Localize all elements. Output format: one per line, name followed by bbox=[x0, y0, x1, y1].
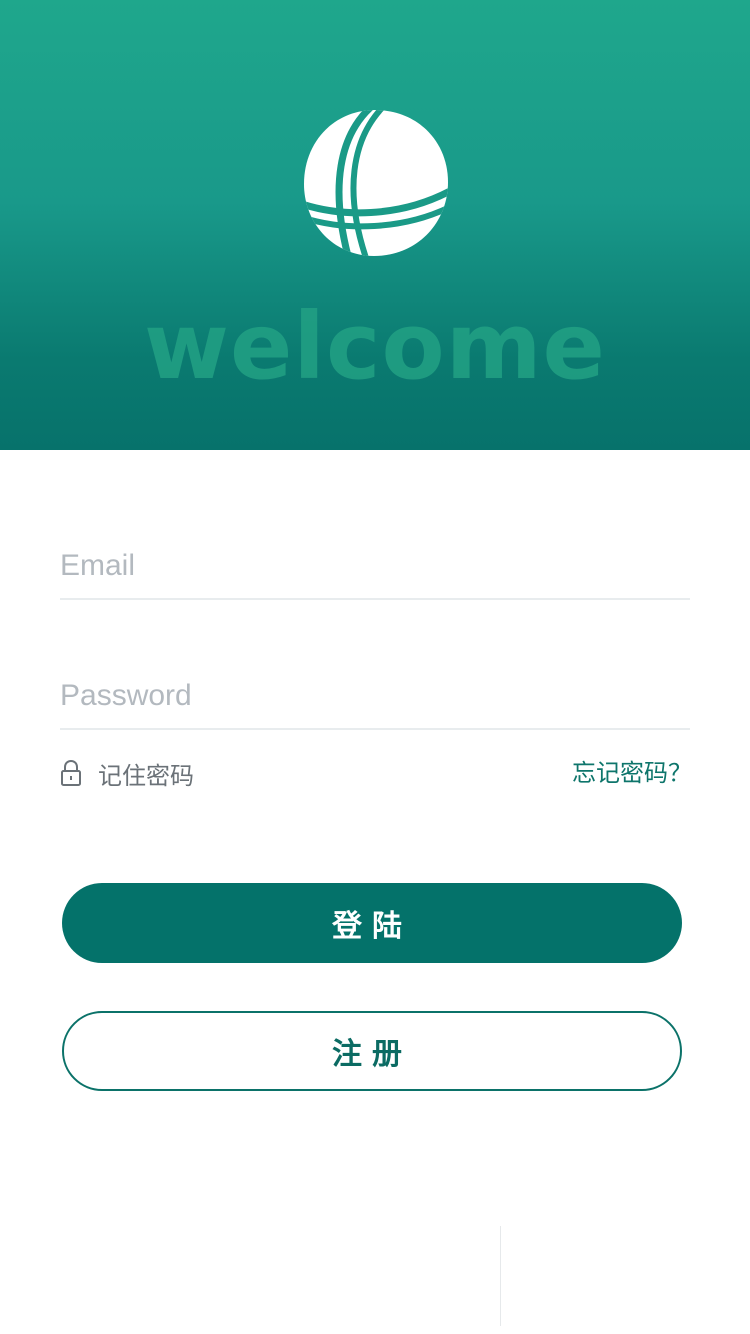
lock-icon bbox=[61, 759, 81, 786]
email-input[interactable] bbox=[60, 538, 690, 594]
register-button[interactable]: 注册 bbox=[62, 1011, 682, 1091]
email-field bbox=[60, 538, 690, 600]
password-input[interactable] bbox=[60, 668, 690, 724]
divider bbox=[500, 1226, 501, 1326]
remember-password-toggle[interactable]: 记住密码 bbox=[60, 756, 194, 790]
welcome-title: welcome bbox=[144, 293, 606, 400]
password-field bbox=[60, 668, 690, 730]
forgot-password-link[interactable]: 忘记密码？ bbox=[572, 756, 692, 790]
globe-logo-icon bbox=[304, 110, 448, 256]
login-button[interactable]: 登陆 bbox=[62, 883, 682, 963]
remember-password-label: 记住密码 bbox=[98, 761, 194, 790]
login-page: welcome 记住密码 忘记密码？ 登陆 注册 bbox=[0, 0, 750, 1334]
hero-header: welcome bbox=[0, 0, 750, 450]
